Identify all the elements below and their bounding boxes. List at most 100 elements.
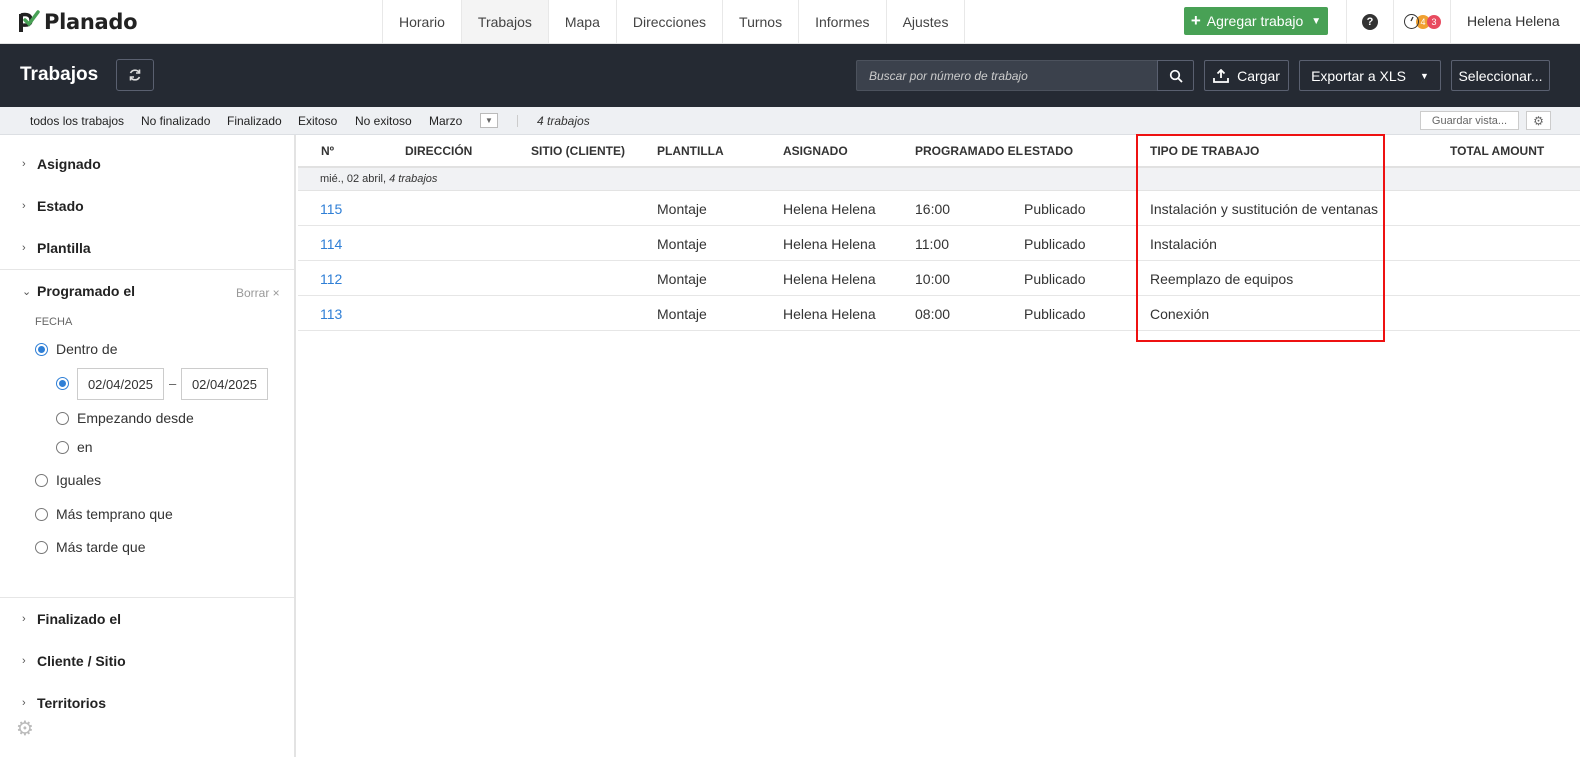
cell-job-type: Instalación [1150,236,1217,252]
section-label: Plantilla [37,240,91,256]
cell-template: Montaje [657,271,707,287]
filter-section-programado[interactable]: ⌄ Programado el [22,283,135,299]
date-range-dash: – [169,376,177,391]
month-dropdown-caret-icon[interactable]: ▼ [480,113,498,128]
nav-trabajos[interactable]: Trabajos [460,0,548,43]
radio-later[interactable] [35,541,48,554]
gauge-icon [1404,14,1419,29]
planado-logo-icon [19,10,40,32]
section-label: Finalizado el [37,611,122,627]
column-header-num[interactable]: Nº [321,144,334,158]
planado-logo[interactable]: Planado [18,8,138,36]
table-row[interactable]: 112 Montaje Helena Helena 10:00 Publicad… [298,261,1580,296]
radio-within[interactable] [35,343,48,356]
filter-finished[interactable]: Finalizado [227,114,282,128]
clear-filter-link[interactable]: Borrar × [236,286,280,300]
job-number-link[interactable]: 114 [320,236,342,252]
nav-turnos[interactable]: Turnos [722,0,798,43]
section-label: Asignado [37,156,101,172]
job-search-input[interactable]: Buscar por número de trabajo [856,60,1158,91]
table-row[interactable]: 114 Montaje Helena Helena 11:00 Publicad… [298,226,1580,261]
column-header-scheduled[interactable]: PROGRAMADO EL [915,144,1023,158]
nav-direcciones[interactable]: Direcciones [615,0,722,43]
radio-starting-from-label: Empezando desde [77,410,194,426]
column-header-template[interactable]: PLANTILLA [657,144,724,158]
add-job-button[interactable]: + Agregar trabajo ▼ [1184,7,1328,35]
date-from-input[interactable]: 02/04/2025 [77,368,164,400]
select-button[interactable]: Seleccionar... [1451,60,1550,91]
user-menu[interactable]: Helena Helena [1467,13,1560,29]
filter-not-success[interactable]: No exitoso [355,114,412,128]
search-button[interactable] [1157,60,1194,91]
cell-status: Publicado [1024,306,1086,322]
brand-name: Planado [44,10,138,34]
table-row[interactable]: 115 Montaje Helena Helena 16:00 Publicad… [298,191,1580,226]
view-settings-gear-icon[interactable]: ⚙ [1526,111,1551,130]
column-header-address[interactable]: DIRECCIÓN [405,144,472,158]
filter-not-finished[interactable]: No finalizado [141,114,210,128]
save-view-button[interactable]: Guardar vista... [1420,111,1519,130]
filter-divider [517,115,518,127]
filter-section-cliente-sitio[interactable]: › Cliente / Sitio [22,653,126,669]
filter-section-finalizado[interactable]: › Finalizado el [22,611,121,627]
sidebar-settings-gear-icon[interactable]: ⚙ [16,716,34,741]
cell-template: Montaje [657,236,707,252]
export-label: Exportar a XLS [1311,67,1406,84]
section-label: Territorios [37,695,106,711]
filter-bar: todos los trabajos No finalizado Finaliz… [0,107,1580,135]
radio-equals[interactable] [35,474,48,487]
job-number-link[interactable]: 115 [320,201,342,217]
nav-ajustes[interactable]: Ajustes [885,0,966,43]
table-row[interactable]: 113 Montaje Helena Helena 08:00 Publicad… [298,296,1580,331]
add-job-label: Agregar trabajo [1206,13,1304,29]
notifications-button[interactable]: 4 3 [1395,0,1451,43]
cell-scheduled: 11:00 [915,236,949,252]
chevron-right-icon: › [22,613,26,625]
section-label: Programado el [37,283,136,299]
upload-button[interactable]: Cargar [1204,60,1289,91]
cell-job-type: Instalación y sustitución de ventanas [1150,201,1379,217]
help-button[interactable]: ? [1346,0,1394,43]
main-nav: Horario Trabajos Mapa Direcciones Turnos… [382,0,966,43]
column-header-job-type[interactable]: TIPO DE TRABAJO [1150,144,1259,158]
date-to-input[interactable]: 02/04/2025 [181,368,268,400]
filter-section-territorios[interactable]: › Territorios [22,695,106,711]
chevron-right-icon: › [22,242,26,254]
date-label: FECHA [35,316,73,328]
filter-section-asignado[interactable]: › Asignado [22,156,101,172]
filter-section-estado[interactable]: › Estado [22,198,84,214]
group-date: mié., 02 abril [320,173,383,185]
divider [0,269,294,270]
job-number-link[interactable]: 113 [320,306,342,322]
radio-on[interactable] [56,441,69,454]
nav-horario[interactable]: Horario [382,0,461,43]
radio-date-range[interactable] [56,377,69,390]
filter-all[interactable]: todos los trabajos [30,114,124,128]
cell-assigned: Helena Helena [783,201,876,217]
chevron-down-icon: ⌄ [22,285,32,298]
filter-section-plantilla[interactable]: › Plantilla [22,240,91,256]
page-header: Trabajos Buscar por número de trabajo Ca… [0,44,1580,107]
section-label: Estado [37,198,84,214]
caret-down-icon: ▼ [1420,70,1429,81]
column-header-total-amount[interactable]: TOTAL AMOUNT [1450,144,1544,158]
nav-mapa[interactable]: Mapa [547,0,616,43]
search-icon [1169,69,1183,83]
nav-informes[interactable]: Informes [798,0,885,43]
cell-template: Montaje [657,201,707,217]
column-header-status[interactable]: ESTADO [1024,144,1073,158]
cell-scheduled: 16:00 [915,201,951,217]
filter-success[interactable]: Exitoso [298,114,337,128]
cell-scheduled: 10:00 [915,271,951,287]
job-number-link[interactable]: 112 [320,271,342,287]
refresh-button[interactable] [116,59,154,91]
radio-starting-from[interactable] [56,412,69,425]
column-header-assigned[interactable]: ASIGNADO [783,144,848,158]
radio-earlier[interactable] [35,508,48,521]
filter-month[interactable]: Marzo [429,114,462,128]
filter-sidebar: › Asignado › Estado › Plantilla ⌄ Progra… [0,135,296,757]
cell-assigned: Helena Helena [783,306,876,322]
column-header-site[interactable]: SITIO (CLIENTE) [531,144,625,158]
cell-assigned: Helena Helena [783,236,876,252]
export-xls-button[interactable]: Exportar a XLS ▼ [1299,60,1441,91]
